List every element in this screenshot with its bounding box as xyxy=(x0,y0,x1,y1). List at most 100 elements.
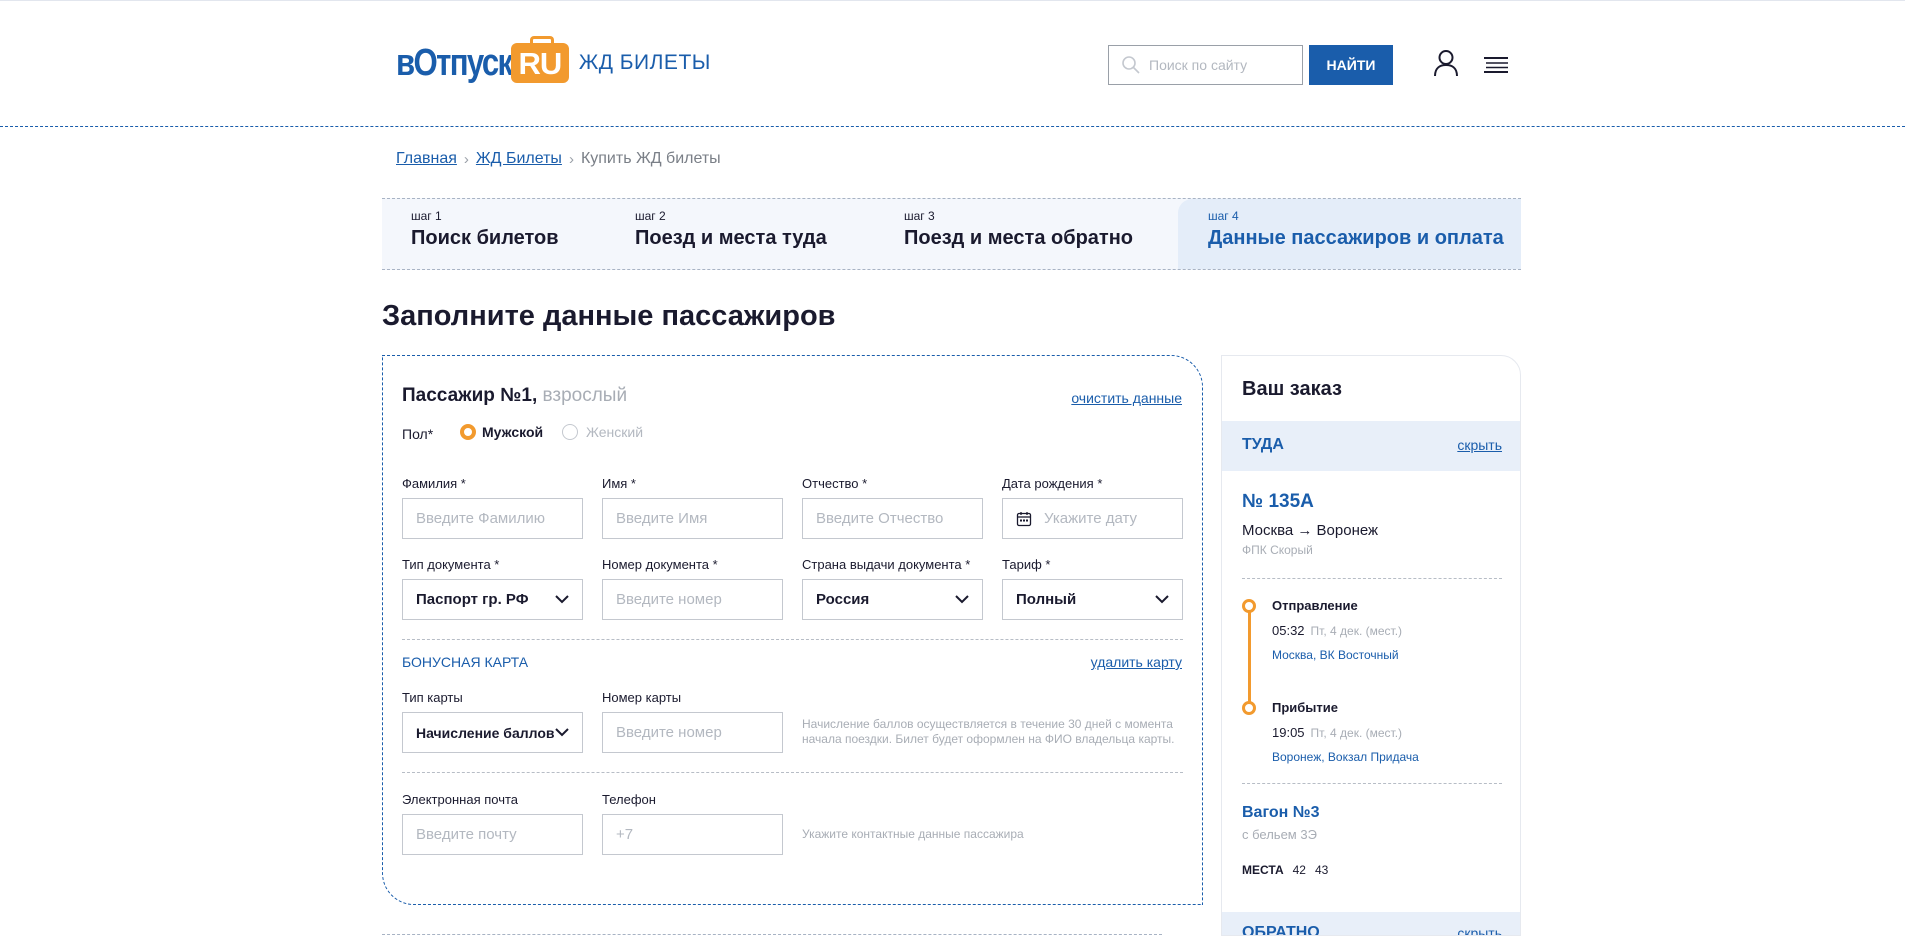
departure-info: Отправление 05:32 Пт, 4 дек. (мест.) Моск… xyxy=(1272,598,1402,662)
order-title: Ваш заказ xyxy=(1242,378,1342,400)
phone-field xyxy=(602,814,783,855)
chevron-right-icon: › xyxy=(568,150,574,168)
arrival-time: 19:05 xyxy=(1272,725,1305,740)
section-divider xyxy=(402,639,1183,640)
step-3[interactable]: шаг 3 Поезд и места обратно xyxy=(875,199,1171,269)
logo-wordmark: вОтпуск xyxy=(396,42,513,84)
order-divider xyxy=(1242,578,1502,579)
departure-date: Пт, 4 дек. (мест.) xyxy=(1310,624,1403,638)
search-button[interactable]: НАЙТИ xyxy=(1309,45,1393,85)
doc-type-select[interactable]: Паспорт гр. РФ xyxy=(402,579,583,620)
email-input[interactable] xyxy=(403,815,582,854)
card-type-select[interactable]: Начисление баллов xyxy=(402,712,583,753)
surname-input[interactable] xyxy=(403,499,582,538)
step-title: Данные пассажиров и оплата xyxy=(1208,227,1504,249)
surname-label: Фамилия * xyxy=(402,476,466,491)
step-number: шаг 2 xyxy=(635,209,666,223)
departure-dot-icon xyxy=(1242,599,1256,613)
card-number-input[interactable] xyxy=(603,713,782,752)
section-divider xyxy=(402,772,1183,773)
step-number: шаг 3 xyxy=(904,209,935,223)
calendar-icon[interactable] xyxy=(1016,511,1032,527)
hamburger-menu-icon[interactable] xyxy=(1483,56,1509,74)
departure-time: 05:32 xyxy=(1272,623,1305,638)
doc-country-value: Россия xyxy=(816,591,870,608)
arrival-station: Воронеж, Вокзал Придача xyxy=(1272,750,1419,764)
chevron-down-icon xyxy=(1155,595,1169,604)
order-divider xyxy=(1242,783,1502,784)
step-title: Поезд и места туда xyxy=(635,227,827,249)
arrival-dot-icon xyxy=(1242,701,1256,715)
site-logo[interactable]: вОтпуск RU ЖД БИЛЕТЫ xyxy=(396,36,727,85)
departure-station: Москва, ВК Восточный xyxy=(1272,648,1399,662)
arrival-date: Пт, 4 дек. (мест.) xyxy=(1310,726,1403,740)
user-account-icon[interactable] xyxy=(1433,49,1459,77)
seat-number: 43 xyxy=(1314,863,1329,877)
wagon-number: Вагон №3 xyxy=(1242,804,1320,821)
trip-timeline-line xyxy=(1248,603,1251,705)
email-label: Электронная почта xyxy=(402,792,519,807)
delete-card-link[interactable]: удалить карту xyxy=(1091,654,1182,670)
booking-steps: шаг 1 Поиск билетов шаг 2 Поезд и места … xyxy=(382,198,1521,270)
step-number: шаг 1 xyxy=(411,209,442,223)
tariff-select[interactable]: Полный xyxy=(1002,579,1183,620)
direction-outbound-bar: ТУДА скрыть xyxy=(1222,421,1520,471)
train-route: Москва → Воронеж xyxy=(1242,522,1379,539)
passenger-type: взрослый xyxy=(542,385,628,406)
step-2[interactable]: шаг 2 Поезд и места туда xyxy=(606,199,875,269)
step-4-active[interactable]: шаг 4 Данные пассажиров и оплата xyxy=(1178,199,1521,269)
contacts-hint: Укажите контактные данные пассажира xyxy=(802,827,1024,841)
order-summary: Ваш заказ ТУДА скрыть № 135А Москва → Во… xyxy=(1221,355,1521,936)
card-type-label: Тип карты xyxy=(402,690,463,705)
gender-male-radio[interactable]: Мужской xyxy=(460,424,543,440)
step-title: Поиск билетов xyxy=(411,227,559,249)
birthdate-field xyxy=(1002,498,1183,539)
seats-info: МЕСТА 42 43 xyxy=(1242,863,1328,877)
tariff-value: Полный xyxy=(1016,591,1077,608)
birthdate-label: Дата рождения * xyxy=(1002,476,1103,491)
phone-input[interactable] xyxy=(603,815,782,854)
doc-number-input[interactable] xyxy=(603,580,782,619)
patronymic-input[interactable] xyxy=(803,499,982,538)
patronymic-field xyxy=(802,498,983,539)
breadcrumb-rail-link[interactable]: ЖД Билеты xyxy=(476,150,562,168)
search-input[interactable] xyxy=(1149,57,1299,73)
gender-female-radio[interactable]: Женский xyxy=(562,424,643,440)
doc-number-label: Номер документа * xyxy=(602,557,718,572)
step-1[interactable]: шаг 1 Поиск билетов xyxy=(382,199,606,269)
chevron-right-icon: › xyxy=(463,150,469,168)
departure-title: Отправление xyxy=(1272,598,1358,613)
seat-number: 42 xyxy=(1292,863,1306,877)
name-field xyxy=(602,498,783,539)
bonus-card-title: БОНУСНАЯ КАРТА xyxy=(402,654,529,670)
passenger-form: Пассажир №1, взрослый очистить данные По… xyxy=(382,355,1203,905)
card-type-value: Начисление баллов xyxy=(416,724,555,741)
breadcrumb: Главная › ЖД Билеты › Купить ЖД билеты xyxy=(396,150,721,168)
gender-label: Пол* xyxy=(402,426,434,442)
email-field xyxy=(402,814,583,855)
passenger-title: Пассажир №1, взрослый xyxy=(402,385,627,407)
search-box xyxy=(1108,45,1303,85)
arrival-info: Прибытие 19:05 Пт, 4 дек. (мест.) Воронеж… xyxy=(1272,700,1419,764)
chevron-down-icon xyxy=(955,595,969,604)
breadcrumb-home-link[interactable]: Главная xyxy=(396,150,457,168)
chevron-down-icon xyxy=(555,595,569,604)
phone-label: Телефон xyxy=(602,792,656,807)
step-number: шаг 4 xyxy=(1208,209,1239,223)
hide-outbound-link[interactable]: скрыть xyxy=(1457,437,1502,453)
name-input[interactable] xyxy=(603,499,782,538)
doc-type-label: Тип документа * xyxy=(402,557,500,572)
patronymic-label: Отчество * xyxy=(802,476,868,491)
hide-return-link[interactable]: скрыть xyxy=(1457,925,1502,935)
clear-data-link[interactable]: очистить данные xyxy=(1071,390,1182,406)
doc-number-field xyxy=(602,579,783,620)
train-carrier: ФПК Скорый xyxy=(1242,543,1313,557)
doc-country-select[interactable]: Россия xyxy=(802,579,983,620)
search-icon xyxy=(1122,56,1140,74)
birthdate-input[interactable] xyxy=(1032,499,1182,538)
gender-male-label: Мужской xyxy=(482,424,544,440)
radio-checked-icon xyxy=(460,424,476,440)
logo-suitcase-icon: RU xyxy=(510,36,569,83)
name-label: Имя * xyxy=(602,476,636,491)
tariff-label: Тариф * xyxy=(1002,557,1051,572)
